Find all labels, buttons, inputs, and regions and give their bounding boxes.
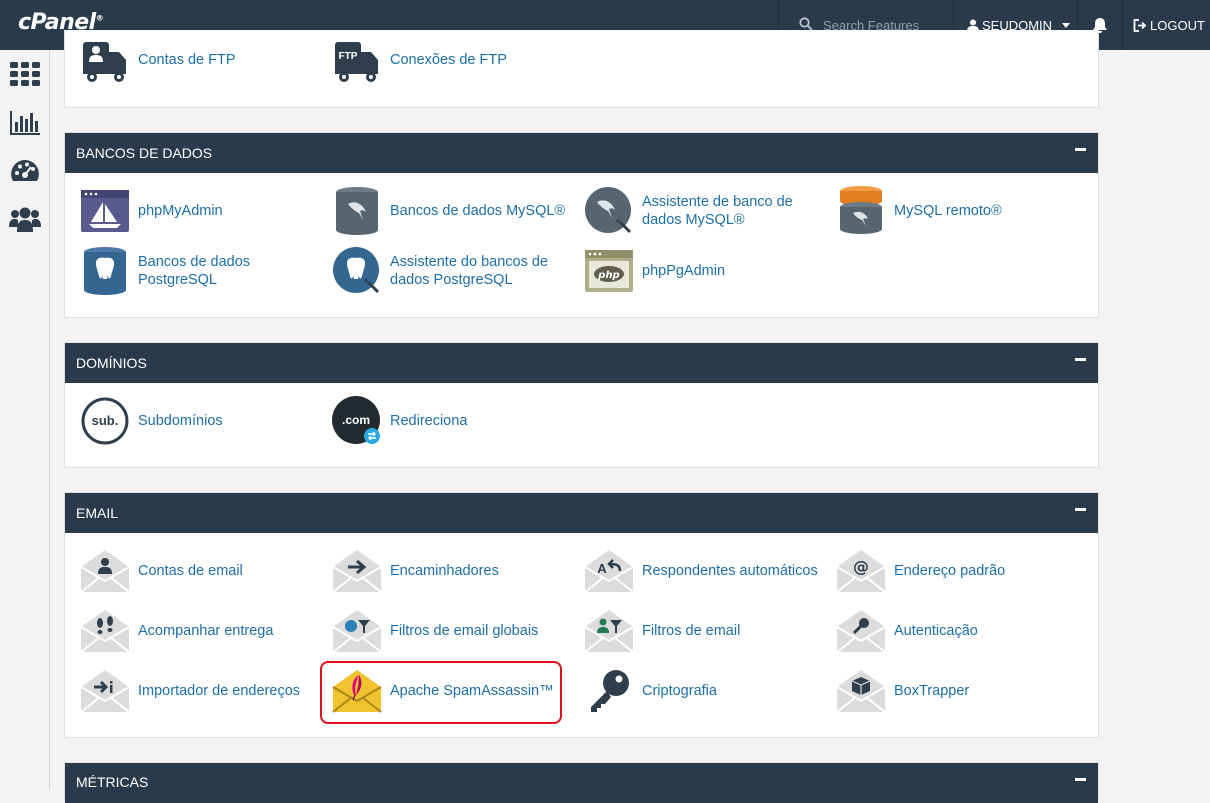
databases-header[interactable]: BANCOS DE DADOS	[65, 133, 1098, 173]
email-filter-icon	[584, 606, 634, 656]
authentication-item[interactable]: Autenticação	[822, 601, 1072, 661]
metrics-panel: MÉTRICAS	[64, 762, 1099, 803]
mysql-databases-item[interactable]: Bancos de dados MySQL®	[318, 181, 568, 241]
ftp-accounts-item[interactable]: Contas de FTP	[66, 30, 316, 90]
mysql-wizard-icon	[584, 186, 634, 236]
remote-mysql-icon	[836, 186, 886, 236]
collapse-icon[interactable]	[1075, 358, 1086, 361]
key-icon	[584, 666, 634, 716]
global-email-filters-item[interactable]: Filtros de email globais	[318, 601, 568, 661]
mysql-database-icon	[332, 186, 382, 236]
highlight-box	[320, 661, 562, 724]
global-filter-icon	[332, 606, 382, 656]
forwarders-item[interactable]: Encaminhadores	[318, 541, 568, 601]
grid-icon[interactable]	[9, 58, 41, 90]
authentication-icon	[836, 606, 886, 656]
email-header[interactable]: EMAIL	[65, 493, 1098, 533]
email-panel: EMAIL Contas de email Encaminhadores A R…	[64, 492, 1099, 738]
redirects-item[interactable]: .com Redireciona	[318, 391, 568, 451]
svg-text:FTP: FTP	[339, 51, 358, 62]
email-account-icon	[80, 546, 130, 596]
ftp-accounts-icon	[80, 35, 130, 85]
svg-text:@: @	[853, 557, 869, 576]
stats-icon[interactable]	[9, 107, 41, 139]
address-importer-icon	[80, 666, 130, 716]
phppgadmin-item[interactable]: php phpPgAdmin	[570, 241, 820, 301]
track-delivery-item[interactable]: Acompanhar entrega	[66, 601, 316, 661]
postgresql-wizard-item[interactable]: Assistente do bancos de dados PostgreSQL	[318, 241, 568, 301]
logout-icon	[1133, 18, 1147, 32]
svg-text:.com: .com	[342, 413, 370, 427]
domains-header[interactable]: DOMÍNIOS	[65, 343, 1098, 383]
domains-panel: DOMÍNIOS sub. Subdomínios .com Redirecio…	[64, 342, 1099, 468]
logout-button[interactable]: LOGOUT	[1122, 0, 1210, 50]
subdomain-icon: sub.	[80, 396, 130, 446]
svg-text:php: php	[597, 270, 619, 281]
postgresql-wizard-icon	[332, 246, 382, 296]
default-address-icon: @	[836, 546, 886, 596]
postgresql-database-icon	[80, 246, 130, 296]
phppgadmin-icon: php	[584, 246, 634, 296]
ftp-connections-icon: FTP	[332, 35, 382, 85]
boxtrapper-icon	[836, 666, 886, 716]
metrics-header[interactable]: MÉTRICAS	[65, 763, 1098, 803]
remote-mysql-item[interactable]: MySQL remoto®	[822, 181, 1072, 241]
files-panel: Contas de FTP FTP Conexões de FTP	[64, 30, 1099, 108]
svg-text:sub.: sub.	[92, 413, 119, 428]
databases-panel: BANCOS DE DADOS phpMyAdmin Bancos de dad…	[64, 132, 1099, 318]
collapse-icon[interactable]	[1075, 778, 1086, 781]
ftp-connections-item[interactable]: FTP Conexões de FTP	[318, 30, 568, 90]
redirect-icon: .com	[332, 396, 382, 446]
email-accounts-item[interactable]: Contas de email	[66, 541, 316, 601]
email-filters-item[interactable]: Filtros de email	[570, 601, 820, 661]
phpmyadmin-icon	[80, 186, 130, 236]
postgresql-databases-item[interactable]: Bancos de dados PostgreSQL	[66, 241, 316, 301]
collapse-icon[interactable]	[1075, 508, 1086, 511]
default-address-item[interactable]: @ Endereço padrão	[822, 541, 1072, 601]
address-importer-item[interactable]: Importador de endereços	[66, 661, 316, 721]
mysql-wizard-item[interactable]: Assistente de banco de dados MySQL®	[570, 181, 820, 241]
autoresponders-item[interactable]: A Respondentes automáticos	[570, 541, 820, 601]
boxtrapper-item[interactable]: BoxTrapper	[822, 661, 1072, 721]
dashboard-icon[interactable]	[9, 156, 41, 188]
phpmyadmin-item[interactable]: phpMyAdmin	[66, 181, 316, 241]
collapse-icon[interactable]	[1075, 148, 1086, 151]
sidebar	[0, 50, 50, 790]
subdomains-item[interactable]: sub. Subdomínios	[66, 391, 316, 451]
forwarder-icon	[332, 546, 382, 596]
users-icon[interactable]	[9, 204, 41, 236]
svg-text:A: A	[597, 561, 607, 576]
encryption-item[interactable]: Criptografia	[570, 661, 820, 721]
track-delivery-icon	[80, 606, 130, 656]
autoresponder-icon: A	[584, 546, 634, 596]
chevron-down-icon	[1062, 22, 1071, 28]
